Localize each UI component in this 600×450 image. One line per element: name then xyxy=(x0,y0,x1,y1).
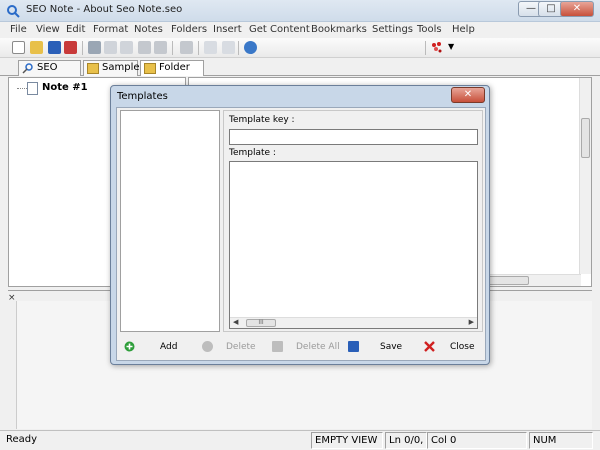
dialog-close-button[interactable]: ✕ xyxy=(451,87,485,103)
menu-insert[interactable]: Insert xyxy=(213,24,242,35)
template-key-input[interactable] xyxy=(229,129,478,145)
dialog-button-row: Add Delete Delete All Save Close xyxy=(120,335,484,359)
paste-icon[interactable] xyxy=(120,41,133,54)
globe-icon[interactable] xyxy=(244,41,257,54)
scroll-thumb[interactable] xyxy=(581,118,590,158)
toolbar-separator xyxy=(82,41,83,55)
find-icon[interactable] xyxy=(180,41,193,54)
menu-settings[interactable]: Settings xyxy=(372,24,413,35)
panel-close-icon[interactable]: × xyxy=(8,293,16,303)
close-button-label: Close xyxy=(450,342,475,352)
menu-bar: File View Edit Format Notes Folders Inse… xyxy=(0,22,600,38)
add-icon xyxy=(124,341,135,352)
toolbar-separator xyxy=(425,41,426,55)
scroll-thumb[interactable]: III xyxy=(246,319,276,327)
new-file-icon[interactable] xyxy=(12,41,25,54)
tree-item-note-1[interactable]: Note #1 xyxy=(42,82,88,93)
close-icon xyxy=(424,341,435,352)
window-close-button[interactable]: ✕ xyxy=(560,1,594,17)
status-num: NUM xyxy=(529,432,593,449)
tab-label: Samples xyxy=(102,62,145,73)
status-column: Col 0 xyxy=(427,432,527,449)
menu-edit[interactable]: Edit xyxy=(66,24,85,35)
status-bar: Ready EMPTY VIEW Ln 0/0, Col 0 NUM xyxy=(0,430,600,450)
close-button[interactable]: Close xyxy=(424,339,484,355)
delete-button[interactable]: Delete xyxy=(202,339,272,355)
save-button-label: Save xyxy=(380,342,403,352)
save-icon[interactable] xyxy=(48,41,61,54)
cut-icon[interactable] xyxy=(88,41,101,54)
color-dropdown-chevron-icon[interactable]: ▼ xyxy=(448,42,454,51)
copy-icon[interactable] xyxy=(104,41,117,54)
tab-samples[interactable]: Samples xyxy=(83,60,145,76)
template-label: Template : xyxy=(229,148,276,158)
status-ready: Ready xyxy=(6,434,38,445)
color-picker-icon[interactable] xyxy=(430,41,443,54)
menu-view[interactable]: View xyxy=(36,24,60,35)
status-line: Ln 0/0, xyxy=(385,432,427,449)
menu-bookmarks[interactable]: Bookmarks xyxy=(311,24,367,35)
template-textarea[interactable]: ◀ III ▶ xyxy=(229,161,478,329)
save-icon xyxy=(348,341,359,352)
trash-icon xyxy=(272,341,283,352)
page-icon[interactable] xyxy=(222,41,235,54)
toolbar-separator xyxy=(172,41,173,55)
menu-tools[interactable]: Tools xyxy=(417,24,442,35)
window-title: SEO Note - About Seo Note.seo xyxy=(26,4,183,15)
menu-folders[interactable]: Folders xyxy=(171,24,207,35)
editor-vertical-scrollbar[interactable] xyxy=(579,78,591,274)
print-preview-icon[interactable] xyxy=(204,41,217,54)
template-key-label: Template key : xyxy=(229,115,295,125)
toolbar: ▼ xyxy=(0,38,600,58)
delete-all-button-label: Delete All xyxy=(296,342,340,352)
folder-icon xyxy=(144,63,156,74)
tab-strip: SEO Note Samples Folder #2 xyxy=(0,58,600,87)
templates-dialog: Templates ✕ Template key : Template : ◀ … xyxy=(110,85,490,365)
add-button-label: Add xyxy=(160,342,178,352)
tab-folder-2[interactable]: Folder #2 xyxy=(140,60,204,87)
dialog-body: Template key : Template : ◀ III ▶ Add De… xyxy=(116,107,486,361)
search-icon xyxy=(22,63,33,74)
add-button[interactable]: Add xyxy=(124,339,194,355)
menu-format[interactable]: Format xyxy=(93,24,128,35)
save-all-icon[interactable] xyxy=(64,41,77,54)
menu-file[interactable]: File xyxy=(10,24,27,35)
delete-icon xyxy=(202,341,213,352)
delete-all-button[interactable]: Delete All xyxy=(272,339,352,355)
delete-button-label: Delete xyxy=(226,342,256,352)
redo-icon[interactable] xyxy=(154,41,167,54)
folder-icon xyxy=(87,63,99,74)
dialog-title: Templates xyxy=(117,91,168,102)
tab-seo-note[interactable]: SEO Note xyxy=(18,60,81,87)
menu-notes[interactable]: Notes xyxy=(134,24,163,35)
note-icon xyxy=(27,82,38,95)
menu-get-content[interactable]: Get Content xyxy=(249,24,310,35)
menu-help[interactable]: Help xyxy=(452,24,475,35)
window-titlebar: SEO Note - About Seo Note.seo — □ ✕ xyxy=(0,0,600,22)
save-button[interactable]: Save xyxy=(348,339,408,355)
open-folder-icon[interactable] xyxy=(30,41,43,54)
undo-icon[interactable] xyxy=(138,41,151,54)
scroll-left-icon[interactable]: ◀ xyxy=(233,318,238,326)
template-list[interactable] xyxy=(120,110,220,332)
toolbar-separator xyxy=(238,41,239,55)
app-icon xyxy=(7,5,20,18)
template-horizontal-scrollbar[interactable]: ◀ III ▶ xyxy=(230,317,477,328)
status-view: EMPTY VIEW xyxy=(311,432,383,449)
toolbar-separator xyxy=(198,41,199,55)
scroll-right-icon[interactable]: ▶ xyxy=(469,318,474,326)
template-editor: Template key : Template : ◀ III ▶ xyxy=(223,110,483,332)
